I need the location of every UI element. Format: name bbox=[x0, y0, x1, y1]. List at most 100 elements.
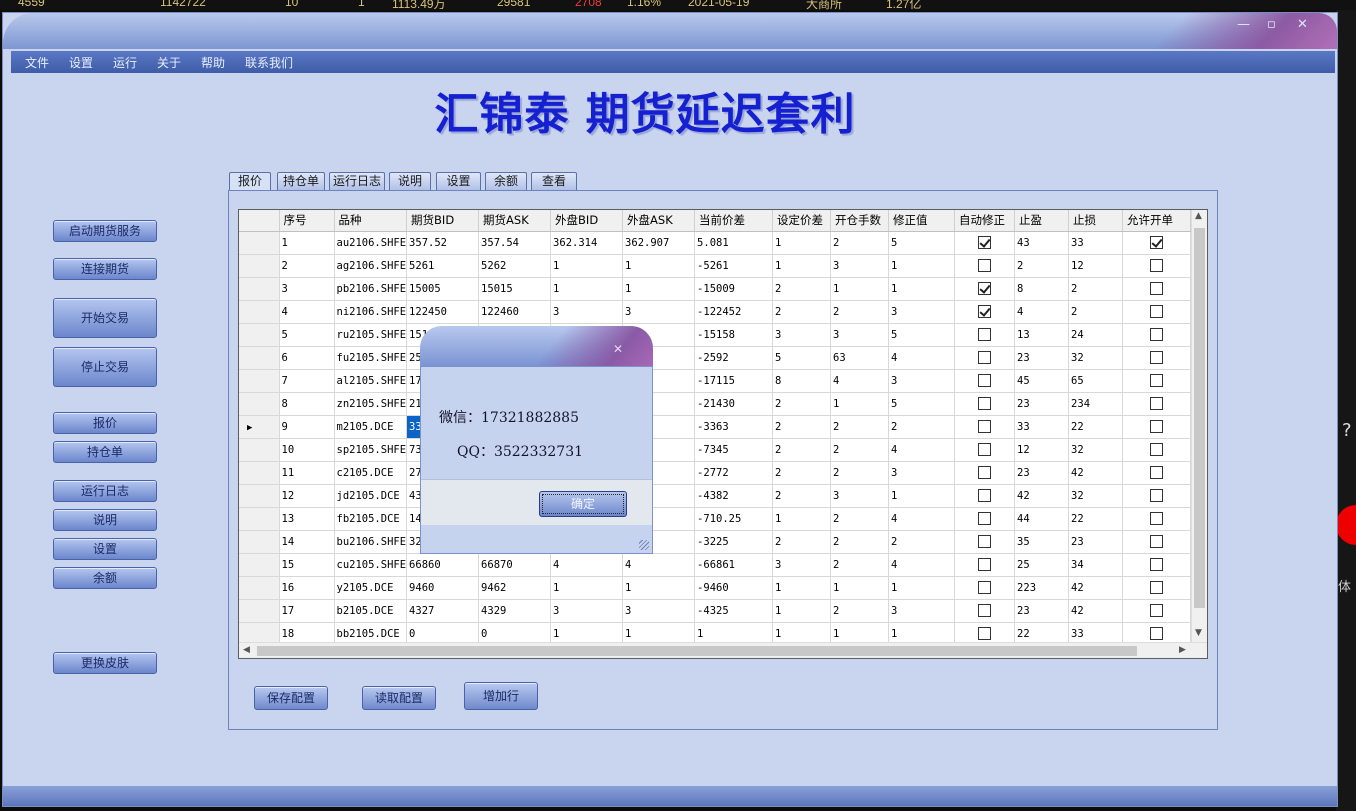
table-cell[interactable]: bu2106.SHFE bbox=[334, 530, 408, 554]
table-cell[interactable]: 5 bbox=[279, 323, 335, 347]
table-cell[interactable]: ni2106.SHFE bbox=[334, 300, 408, 324]
table-cell[interactable]: 13 bbox=[279, 507, 335, 531]
unchecked-checkbox[interactable] bbox=[978, 374, 992, 387]
table-cell[interactable]: 17 bbox=[279, 599, 335, 623]
table-cell[interactable]: 1 bbox=[830, 392, 890, 416]
table-cell[interactable]: 362.314 bbox=[550, 231, 624, 255]
unchecked-checkbox[interactable] bbox=[978, 397, 992, 410]
table-row[interactable]: 5ru2105.SHFE15161516555-151583351324 bbox=[239, 323, 1197, 347]
table-cell[interactable]: 8 bbox=[279, 392, 335, 416]
checkbox-cell[interactable] bbox=[954, 507, 1016, 531]
table-cell[interactable]: 2 bbox=[830, 231, 890, 255]
scroll-left-icon[interactable]: ◀ bbox=[243, 645, 250, 655]
table-cell[interactable]: 2 bbox=[888, 415, 956, 439]
tab-balance[interactable]: 余额 bbox=[485, 172, 527, 190]
table-cell[interactable]: 1 bbox=[830, 576, 890, 600]
table-cell[interactable]: 2 bbox=[772, 461, 832, 485]
table-cell[interactable]: 122450 bbox=[406, 300, 480, 324]
column-header[interactable]: 修正值 bbox=[888, 210, 956, 232]
table-cell[interactable]: 2 bbox=[830, 530, 890, 554]
table-cell[interactable]: 25 bbox=[1014, 553, 1070, 577]
table-cell[interactable]: 12 bbox=[279, 484, 335, 508]
table-cell[interactable]: 43 bbox=[1014, 231, 1070, 255]
table-cell[interactable]: fu2105.SHFE bbox=[334, 346, 408, 370]
table-cell[interactable]: 42 bbox=[1068, 576, 1124, 600]
column-header[interactable]: 序号 bbox=[279, 210, 335, 232]
table-cell[interactable]: 11 bbox=[279, 461, 335, 485]
table-cell[interactable]: 4 bbox=[1014, 300, 1070, 324]
resize-grip-icon[interactable] bbox=[639, 540, 649, 550]
checked-checkbox[interactable] bbox=[978, 282, 992, 295]
table-cell[interactable]: 3 bbox=[279, 277, 335, 301]
menu-run[interactable]: 运行 bbox=[113, 54, 137, 71]
table-cell[interactable]: -4325 bbox=[694, 599, 774, 623]
table-cell[interactable]: zn2105.SHFE bbox=[334, 392, 408, 416]
checkbox-cell[interactable] bbox=[1122, 415, 1192, 439]
row-header[interactable] bbox=[239, 507, 280, 531]
table-cell[interactable]: 3 bbox=[622, 300, 696, 324]
table-cell[interactable]: 32 bbox=[1068, 484, 1124, 508]
quote-button[interactable]: 报价 bbox=[53, 412, 157, 434]
table-cell[interactable]: 12 bbox=[1014, 438, 1070, 462]
row-header[interactable] bbox=[239, 254, 280, 278]
checkbox-cell[interactable] bbox=[954, 576, 1016, 600]
table-cell[interactable]: fb2105.DCE bbox=[334, 507, 408, 531]
table-cell[interactable]: 5 bbox=[888, 231, 956, 255]
checkbox-cell[interactable] bbox=[1122, 392, 1192, 416]
table-cell[interactable]: b2105.DCE bbox=[334, 599, 408, 623]
unchecked-checkbox[interactable] bbox=[978, 489, 992, 502]
table-cell[interactable]: 8 bbox=[1014, 277, 1070, 301]
checkbox-cell[interactable] bbox=[1122, 254, 1192, 278]
table-cell[interactable]: 3 bbox=[830, 484, 890, 508]
table-cell[interactable]: 1 bbox=[622, 254, 696, 278]
table-row[interactable]: 13 fb2105.DCE 142 -710.25 1 2 4 44 22 bbox=[239, 507, 1197, 531]
checked-checkbox[interactable] bbox=[978, 305, 992, 318]
table-cell[interactable]: 13 bbox=[1014, 323, 1070, 347]
checkbox-cell[interactable] bbox=[1122, 323, 1192, 347]
unchecked-checkbox[interactable] bbox=[1150, 558, 1164, 571]
table-cell[interactable]: 66860 bbox=[406, 553, 480, 577]
unchecked-checkbox[interactable] bbox=[1150, 374, 1164, 387]
help-icon[interactable]: ? bbox=[1342, 420, 1352, 441]
table-cell[interactable]: 1 bbox=[550, 254, 624, 278]
table-cell[interactable]: 3 bbox=[888, 300, 956, 324]
start-trade-button[interactable]: 开始交易 bbox=[53, 298, 157, 338]
checked-checkbox[interactable] bbox=[1150, 236, 1164, 249]
unchecked-checkbox[interactable] bbox=[1150, 627, 1164, 640]
table-cell[interactable]: 33 bbox=[1014, 415, 1070, 439]
table-cell[interactable]: 45 bbox=[1014, 369, 1070, 393]
dialog-close-icon[interactable]: ✕ bbox=[613, 342, 623, 356]
table-cell[interactable]: 2 bbox=[772, 415, 832, 439]
table-cell[interactable]: 5.081 bbox=[694, 231, 774, 255]
table-cell[interactable]: 2 bbox=[888, 530, 956, 554]
table-row[interactable]: 12 jd2105.DCE 438 -4382 2 3 1 42 32 bbox=[239, 484, 1197, 508]
dialog-title-bar[interactable]: ✕ bbox=[420, 326, 653, 366]
table-cell[interactable]: -5261 bbox=[694, 254, 774, 278]
minimize-button[interactable]: — bbox=[1237, 17, 1250, 32]
checkbox-cell[interactable] bbox=[954, 231, 1016, 255]
column-header[interactable]: 设定价差 bbox=[772, 210, 832, 232]
table-cell[interactable]: pb2106.SHFE bbox=[334, 277, 408, 301]
checkbox-cell[interactable] bbox=[954, 599, 1016, 623]
table-cell[interactable]: 15005 bbox=[406, 277, 480, 301]
table-cell[interactable]: 35 bbox=[1014, 530, 1070, 554]
table-cell[interactable]: -7345 bbox=[694, 438, 774, 462]
unchecked-checkbox[interactable] bbox=[978, 627, 992, 640]
menu-contact[interactable]: 联系我们 bbox=[245, 54, 293, 71]
table-cell[interactable]: 3 bbox=[830, 323, 890, 347]
unchecked-checkbox[interactable] bbox=[1150, 259, 1164, 272]
column-header[interactable]: 自动修正 bbox=[954, 210, 1016, 232]
start-service-button[interactable]: 启动期货服务 bbox=[53, 220, 157, 242]
table-cell[interactable]: -17115 bbox=[694, 369, 774, 393]
table-cell[interactable]: 2 bbox=[830, 300, 890, 324]
table-cell[interactable]: 42 bbox=[1014, 484, 1070, 508]
menu-file[interactable]: 文件 bbox=[25, 54, 49, 71]
column-header[interactable]: 止损 bbox=[1068, 210, 1124, 232]
tab-log[interactable]: 运行日志 bbox=[329, 172, 385, 190]
load-config-button[interactable]: 读取配置 bbox=[362, 686, 436, 710]
save-config-button[interactable]: 保存配置 bbox=[254, 686, 328, 710]
table-cell[interactable]: 1 bbox=[279, 231, 335, 255]
table-cell[interactable]: -15009 bbox=[694, 277, 774, 301]
table-cell[interactable]: 23 bbox=[1014, 392, 1070, 416]
column-header[interactable]: 外盘BID bbox=[550, 210, 624, 232]
